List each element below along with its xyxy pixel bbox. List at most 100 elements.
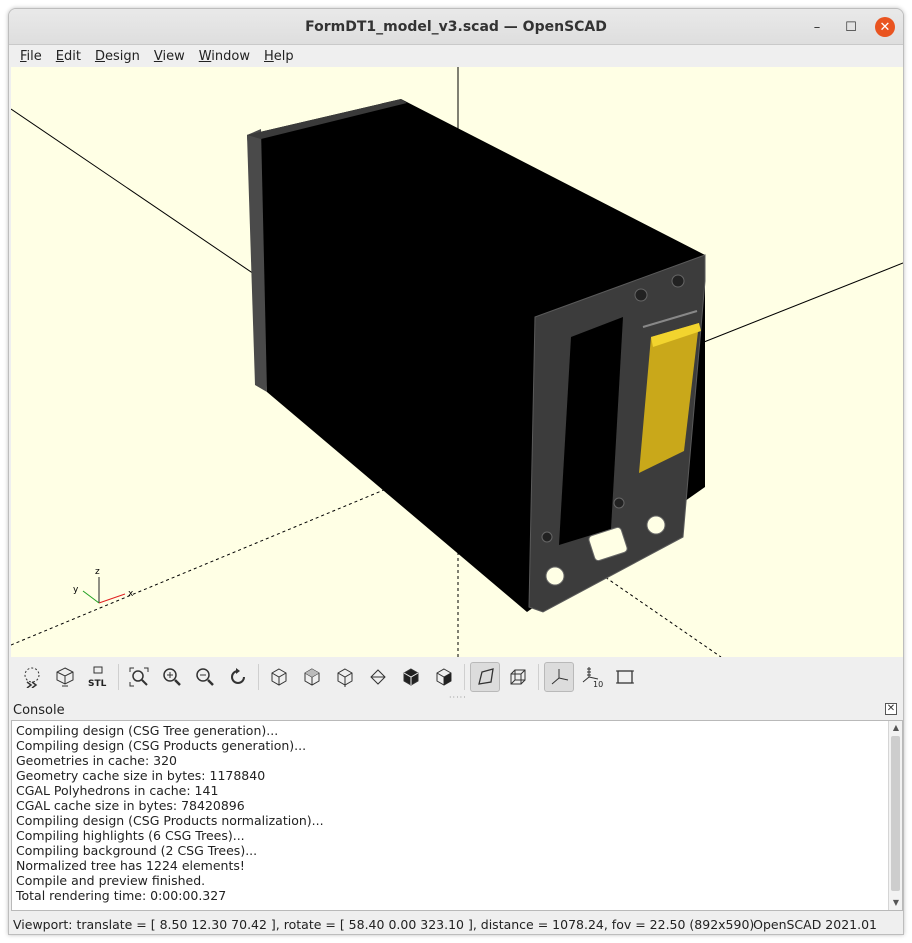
view-front-button[interactable] — [396, 662, 426, 692]
scroll-down-arrow-icon[interactable]: ▼ — [889, 896, 903, 910]
console-close-button[interactable]: ✕ — [885, 703, 897, 715]
reset-view-button[interactable] — [223, 662, 253, 692]
scale-markers-label: 10 — [593, 680, 603, 689]
view-left-icon — [370, 669, 386, 685]
gizmo-z-label: z — [95, 567, 100, 577]
console-line: Compiling design (CSG Products normaliza… — [16, 813, 324, 828]
3d-viewport[interactable]: z x y — [11, 67, 903, 657]
axes-icon — [551, 669, 569, 685]
version-label: OpenSCAD 2021.01 — [753, 916, 877, 932]
menu-design-mnemonic: D — [94, 48, 105, 64]
mount-hole — [541, 531, 553, 543]
console-line: Geometries in cache: 320 — [16, 753, 178, 768]
menu-help-label: elp — [273, 48, 294, 64]
menu-view-label: iew — [162, 48, 185, 64]
console-line: Total rendering time: 0:00:00.327 — [16, 888, 227, 903]
reset-view-icon — [231, 668, 245, 684]
view-back-icon — [436, 668, 452, 686]
console-line: Compiling background (2 CSG Trees)... — [16, 843, 258, 858]
console-line: Compiling highlights (6 CSG Trees)... — [16, 828, 245, 843]
console-line: Compiling design (CSG Products generatio… — [16, 738, 307, 753]
toolbar-separator — [118, 664, 119, 690]
status-bar: Viewport: translate = [ 8.50 12.30 70.42… — [9, 913, 903, 934]
menu-edit-mnemonic: E — [55, 48, 64, 64]
scale-markers-icon: 10 — [582, 667, 603, 689]
menu-design-label: esign — [104, 48, 140, 64]
perspective-icon — [478, 668, 494, 685]
render-button[interactable] — [50, 662, 80, 692]
menu-design[interactable]: Design — [88, 49, 147, 64]
title-bar[interactable]: FormDT1_model_v3.scad — OpenSCAD – ☐ ✕ — [9, 9, 903, 45]
menu-help-mnemonic: H — [264, 48, 274, 64]
zoom-out-icon — [196, 668, 214, 686]
menu-file[interactable]: File — [13, 49, 49, 64]
viewport-canvas[interactable]: z x y — [11, 67, 903, 657]
toolbar-separator — [258, 664, 259, 690]
edges-icon — [616, 670, 634, 684]
menu-window-mnemonic: W — [198, 48, 212, 64]
zoom-out-button[interactable] — [190, 662, 220, 692]
console-line: Normalized tree has 1224 elements! — [16, 858, 245, 873]
view-top-icon — [304, 668, 320, 686]
zoom-in-button[interactable] — [157, 662, 187, 692]
scroll-thumb[interactable] — [891, 736, 900, 891]
toolbar-separator — [464, 664, 465, 690]
menu-bar: File Edit Design View Window Help — [9, 45, 903, 67]
view-front-icon — [403, 668, 419, 686]
render-icon — [56, 667, 74, 687]
console-line: Geometry cache size in bytes: 1178840 — [16, 768, 266, 783]
app-window: FormDT1_model_v3.scad — OpenSCAD – ☐ ✕ F… — [8, 8, 904, 935]
orthogonal-icon — [510, 669, 526, 685]
show-edges-button[interactable] — [610, 662, 640, 692]
stl-icon-label: STL — [88, 679, 107, 689]
menu-window[interactable]: Window — [192, 49, 257, 64]
view-right-button[interactable] — [264, 662, 294, 692]
console-output: Compiling design (CSG Tree generation)..… — [16, 723, 882, 903]
console-title: Console — [13, 702, 65, 718]
orthogonal-button[interactable] — [503, 662, 533, 692]
menu-window-label: indow — [211, 48, 250, 64]
perspective-button[interactable] — [470, 662, 500, 692]
neg-x-axis-line — [11, 486, 392, 646]
mount-hole — [671, 274, 685, 288]
preview-button[interactable] — [17, 662, 47, 692]
menu-view[interactable]: View — [147, 49, 192, 64]
minimize-button[interactable]: – — [807, 17, 827, 37]
gizmo-y-line — [82, 590, 100, 604]
menu-edit-label: dit — [64, 48, 81, 64]
gizmo-x-label: x — [128, 589, 134, 599]
menu-edit[interactable]: Edit — [49, 49, 88, 64]
window-title: FormDT1_model_v3.scad — OpenSCAD — [305, 18, 607, 35]
view-bottom-icon — [337, 668, 353, 687]
maximize-button[interactable]: ☐ — [841, 17, 861, 37]
view-left-button[interactable] — [363, 662, 393, 692]
console-scrollbar[interactable]: ▲ ▼ — [888, 721, 902, 910]
zoom-in-icon — [163, 668, 181, 686]
console-panel[interactable]: Compiling design (CSG Tree generation)..… — [11, 720, 903, 911]
window-controls: – ☐ ✕ — [807, 17, 895, 37]
view-top-button[interactable] — [297, 662, 327, 692]
connector-hole — [545, 566, 565, 586]
gizmo-y-label: y — [73, 585, 79, 595]
splitter-handle[interactable]: ····· — [449, 694, 466, 702]
show-scale-button[interactable]: 10 — [577, 662, 607, 692]
menu-help[interactable]: Help — [257, 49, 301, 64]
show-axes-button[interactable] — [544, 662, 574, 692]
menu-file-label: ile — [26, 48, 42, 64]
view-back-button[interactable] — [429, 662, 459, 692]
view-bottom-button[interactable] — [330, 662, 360, 692]
close-button[interactable]: ✕ — [875, 17, 895, 37]
view-right-icon — [271, 668, 287, 686]
console-line: CGAL cache size in bytes: 78420896 — [16, 798, 245, 813]
mount-hole — [613, 497, 625, 509]
view-toolbar: STL 10 — [9, 657, 903, 697]
scroll-up-arrow-icon[interactable]: ▲ — [889, 721, 903, 735]
viewport-status: Viewport: translate = [ 8.50 12.30 70.42… — [13, 916, 755, 932]
view-all-button[interactable] — [124, 662, 154, 692]
console-line: Compile and preview finished. — [16, 873, 206, 888]
preview-icon — [24, 667, 40, 688]
console-line: CGAL Polyhedrons in cache: 141 — [16, 783, 219, 798]
export-stl-button[interactable]: STL — [83, 662, 113, 692]
console-header: Console ✕ — [9, 701, 903, 719]
axis-gizmo: z x y — [73, 567, 134, 604]
